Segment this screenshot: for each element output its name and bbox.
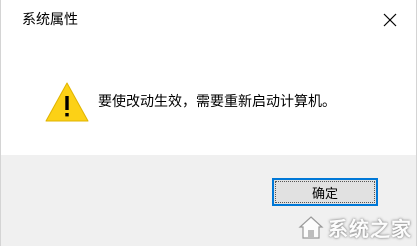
ok-button[interactable]: 确定 [272,178,378,206]
ok-button-label: 确定 [311,186,338,202]
dialog-content: 要使改动生效，需要重新启动计算机。 [1,40,416,155]
watermark-text: 系统之家 [328,217,412,241]
system-home-logo [298,215,324,239]
watermark: 系统之家 [298,213,412,242]
close-icon [383,13,397,27]
title-bar[interactable]: 系统属性 [1,0,416,40]
warning-icon [45,82,89,122]
dialog-message: 要使改动生效，需要重新启动计算机。 [98,94,336,110]
dialog-footer: 确定 系统之家 [1,155,416,246]
close-button[interactable] [378,8,402,32]
window-title: 系统属性 [22,12,78,28]
system-properties-dialog: 系统属性 要使改动生效，需要重新启动计算机。 确定 系统之家 [0,0,417,246]
